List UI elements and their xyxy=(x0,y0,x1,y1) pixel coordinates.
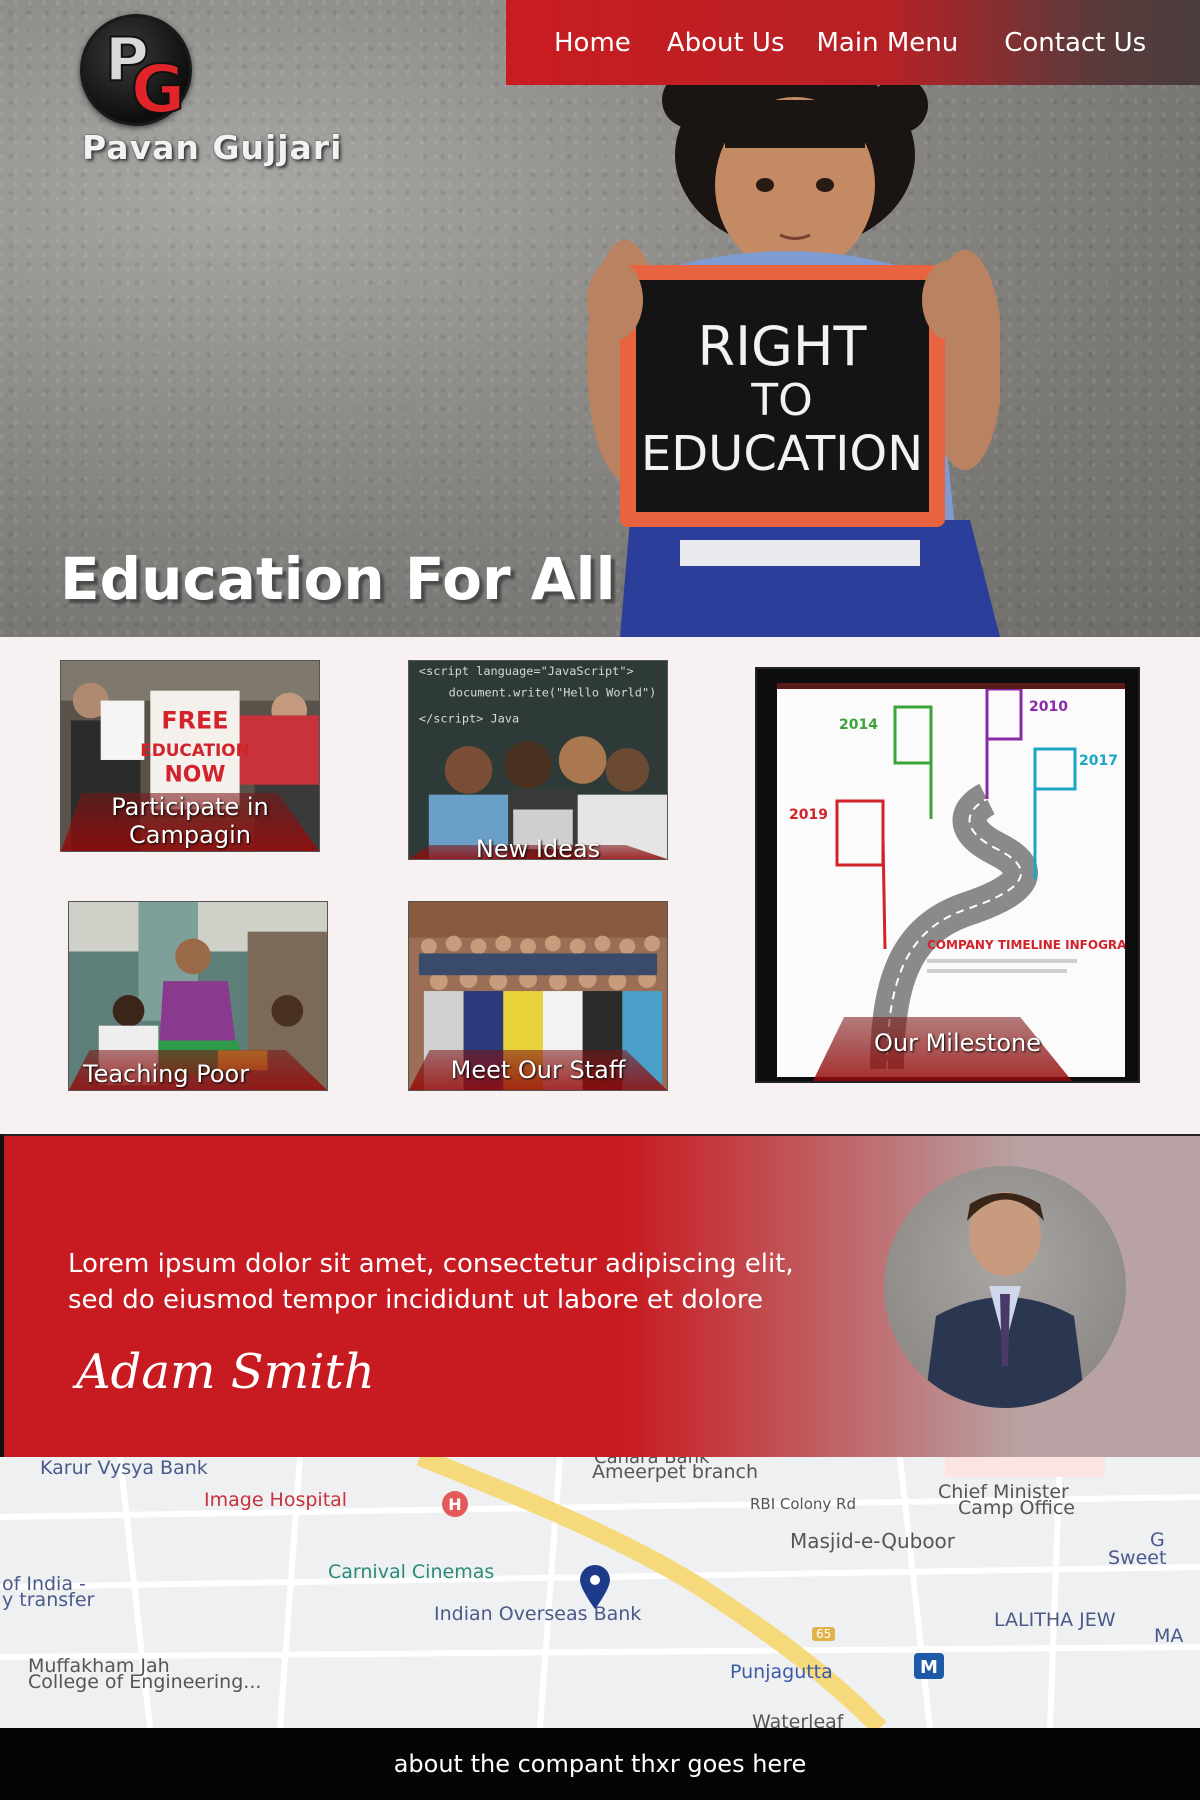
map-place-g: G xyxy=(1150,1529,1165,1551)
map-place-karur-vysya-bank[interactable]: Karur Vysya Bank xyxy=(40,1457,208,1479)
map-place-college-of-engineering[interactable]: College of Engineering... xyxy=(28,1671,261,1693)
svg-text:document.write("Hello World"): document.write("Hello World") xyxy=(449,686,657,700)
road-number-badge: 65 xyxy=(812,1627,836,1641)
map-place-lalitha-jew[interactable]: LALITHA JEW xyxy=(994,1609,1116,1631)
card-our-milestone[interactable]: 2014 2010 2017 2019 COMPANY TIMELINE INF… xyxy=(755,667,1159,1083)
map-place-camp-office[interactable]: Camp Office xyxy=(958,1497,1075,1519)
testimonial-quote: Lorem ipsum dolor sit amet, consectetur … xyxy=(68,1249,794,1315)
milestone-infographic-title: COMPANY TIMELINE INFOGRAPHIC xyxy=(927,938,1125,952)
map-place-transfer: y transfer xyxy=(2,1589,95,1611)
nav-item-about-us[interactable]: About Us xyxy=(667,28,785,58)
logo-letter-g: G xyxy=(130,50,186,129)
protest-sign-text-3: NOW xyxy=(165,763,226,788)
svg-text:H: H xyxy=(448,1495,461,1514)
card-label-line-2: Campagin xyxy=(129,821,251,849)
testimonial-author-signature: Adam Smith xyxy=(76,1344,375,1400)
card-new-ideas[interactable]: <script language="JavaScript"> document.… xyxy=(408,660,668,860)
nav-item-home[interactable]: Home xyxy=(554,28,631,58)
protest-sign-text-2: EDUCATION xyxy=(140,740,249,760)
map-place-waterleaf[interactable]: Waterleaf xyxy=(752,1711,843,1728)
chalkboard-text-line-2: TO xyxy=(750,375,813,426)
map-place-punjagutta[interactable]: Punjagutta xyxy=(730,1661,833,1683)
location-map[interactable]: Karur Vysya Bank Canara Bank Ameerpet br… xyxy=(0,1457,1200,1728)
testimonial-avatar xyxy=(884,1166,1126,1408)
card-teaching-poor[interactable]: Teaching Poor xyxy=(68,901,328,1091)
card-label-teaching-poor: Teaching Poor xyxy=(83,1060,250,1088)
card-meet-our-staff[interactable]: Meet Our Staff xyxy=(408,901,668,1091)
brand-logo[interactable]: P G xyxy=(80,14,192,129)
protest-sign-text-1: FREE xyxy=(161,706,228,734)
map-place-carnival-cinemas[interactable]: Carnival Cinemas xyxy=(328,1561,494,1583)
person-portrait xyxy=(924,1192,1086,1408)
milestone-year-2017: 2017 xyxy=(1079,753,1118,769)
hospital-icon[interactable]: H xyxy=(442,1491,468,1517)
card-label-participate: Participate in Campagin xyxy=(61,793,319,849)
card-label-new-ideas: New Ideas xyxy=(475,835,601,860)
map-place-rbi-colony-rd[interactable]: RBI Colony Rd xyxy=(750,1495,856,1513)
map-place-ma: MA xyxy=(1154,1625,1184,1647)
milestone-year-2019: 2019 xyxy=(789,807,828,823)
hero-title: Education For All xyxy=(60,545,616,613)
svg-text:<script language="JavaScript">: <script language="JavaScript"> xyxy=(419,664,634,678)
card-label-meet-our-staff: Meet Our Staff xyxy=(450,1056,626,1084)
hero-banner: RIGHT TO EDUCATION P G Pavan Gujjari Hom… xyxy=(0,0,1200,637)
map-place-masjid-e-quboor[interactable]: Masjid-e-Quboor xyxy=(790,1529,955,1553)
main-nav: Home About Us Main Menu Contact Us xyxy=(506,0,1200,85)
chalkboard-text-line-1: RIGHT xyxy=(698,315,868,378)
card-participate-campaign[interactable]: FREE EDUCATION NOW Participate in Campag… xyxy=(60,660,320,852)
milestone-year-2014: 2014 xyxy=(839,717,878,733)
card-label-our-milestone: Our Milestone xyxy=(874,1029,1041,1057)
new-ideas-image: <script language="JavaScript"> document.… xyxy=(409,661,667,859)
map-place-ameerpet-branch[interactable]: Ameerpet branch xyxy=(592,1461,758,1483)
map-place-image-hospital[interactable]: Image Hospital xyxy=(204,1489,347,1511)
nav-item-main-menu[interactable]: Main Menu xyxy=(817,28,959,58)
svg-text:M: M xyxy=(920,1657,938,1678)
metro-station-icon[interactable]: M xyxy=(914,1653,944,1679)
milestone-year-2010: 2010 xyxy=(1029,699,1068,715)
testimonial-section: Lorem ipsum dolor sit amet, consectetur … xyxy=(0,1134,1200,1457)
footer-text: about the compant thxr goes here xyxy=(393,1750,807,1778)
svg-text:</script> Java: </script> Java xyxy=(419,711,519,725)
milestone-infographic: 2014 2010 2017 2019 COMPANY TIMELINE INF… xyxy=(777,683,1159,1077)
card-label-line-1: Participate in xyxy=(111,793,269,821)
site-footer: about the compant thxr goes here xyxy=(0,1728,1200,1800)
nav-item-contact-us[interactable]: Contact Us xyxy=(1004,28,1146,58)
brand-name[interactable]: Pavan Gujjari xyxy=(82,128,342,167)
chalkboard-text-line-3: EDUCATION xyxy=(641,426,923,482)
map-pin-icon[interactable] xyxy=(578,1565,612,1609)
